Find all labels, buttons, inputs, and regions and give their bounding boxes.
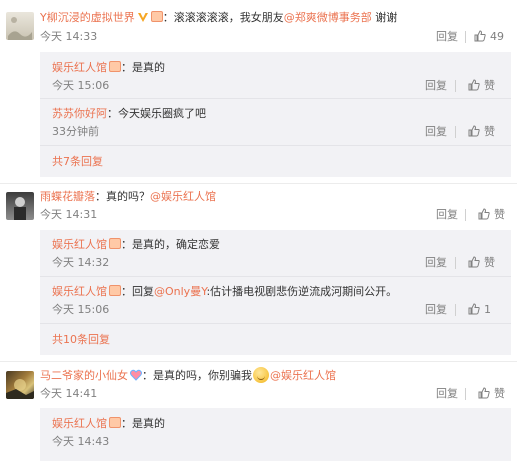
vip-v-icon xyxy=(137,13,148,22)
comment-time: 今天 14:41 xyxy=(40,387,98,400)
reply-time: 33分钟前 xyxy=(52,125,99,138)
thumb-up-icon xyxy=(478,387,490,399)
like-label: 赞 xyxy=(494,387,505,400)
reply-separator xyxy=(40,323,511,324)
mention-link[interactable]: @娱乐红人馆 xyxy=(270,369,336,382)
reply-text-prefix: ：回复 xyxy=(121,285,154,298)
mention-link[interactable]: @郑爽微博事务部 xyxy=(284,11,372,24)
comment-line: Y柳沉浸的虚拟世界 ：滚滚滚滚滚，我女朋友@郑爽微博事务部 谢谢 xyxy=(40,10,397,26)
reply-time: 今天 14:32 xyxy=(52,256,110,269)
thumb-up-icon xyxy=(478,208,490,220)
thumb-up-icon xyxy=(468,79,480,91)
action-divider xyxy=(455,126,456,138)
reply-text: ：是真的，确定恋爱 xyxy=(121,238,220,251)
member-badge-icon xyxy=(109,61,121,72)
reply-button[interactable]: 回复 xyxy=(436,29,458,45)
reply-time: 今天 15:06 xyxy=(52,303,110,316)
rainbow-heart-icon xyxy=(130,369,142,381)
like-label: 赞 xyxy=(494,208,505,221)
avatar[interactable] xyxy=(6,12,34,40)
like-label: 赞 xyxy=(484,256,495,269)
avatar-image xyxy=(14,197,26,220)
avatar-image xyxy=(6,379,34,399)
smile-emoji-icon xyxy=(253,367,269,383)
reply-text: ：是真的 xyxy=(121,417,165,430)
reply-time: 今天 14:43 xyxy=(52,435,110,448)
reply-box: 娱乐红人馆 ：是真的 今天 14:43 xyxy=(40,408,511,461)
avatar-image xyxy=(8,17,32,40)
like-button[interactable]: 赞 xyxy=(478,386,505,402)
thumb-up-icon xyxy=(468,256,480,268)
comment-username[interactable]: Y柳沉浸的虚拟世界 xyxy=(40,11,135,24)
action-divider xyxy=(465,209,466,221)
comment-text: ：真的吗？ xyxy=(95,190,150,203)
reply-button[interactable]: 回复 xyxy=(425,78,447,94)
comment-text: ：滚滚滚滚滚，我女朋友 xyxy=(162,11,284,24)
reply-separator xyxy=(40,98,511,99)
action-divider xyxy=(455,304,456,316)
comment-time: 今天 14:33 xyxy=(40,30,98,43)
reply-text: ：是真的 xyxy=(121,61,165,74)
more-replies-link[interactable]: 共10条回复 xyxy=(52,332,110,348)
reply-text: :估计播电视剧悲伤逆流成河期间公开。 xyxy=(206,285,398,298)
like-count: 49 xyxy=(490,30,504,43)
reply-button[interactable]: 回复 xyxy=(425,124,447,140)
comment-line: 雨蝶花瓣落：真的吗？@娱乐红人馆 xyxy=(40,189,216,205)
action-divider xyxy=(465,31,466,43)
reply-username[interactable]: 苏苏你好阿 xyxy=(52,107,107,120)
avatar[interactable] xyxy=(6,192,34,220)
member-badge-icon xyxy=(150,11,163,22)
reply-username[interactable]: 娱乐红人馆 xyxy=(52,285,107,298)
thumb-up-icon xyxy=(474,30,486,42)
reply-line: 娱乐红人馆 ：回复@Only曼Y:估计播电视剧悲伤逆流成河期间公开。 xyxy=(52,284,397,300)
like-button[interactable]: 49 xyxy=(474,29,504,45)
reply-time: 今天 15:06 xyxy=(52,79,110,92)
thumb-up-icon xyxy=(468,303,480,315)
like-button[interactable]: 赞 xyxy=(478,207,505,223)
member-badge-icon xyxy=(109,417,121,428)
like-button[interactable]: 赞 xyxy=(468,78,495,94)
reply-text: ：今天娱乐圈疯了吧 xyxy=(107,107,206,120)
thumb-up-icon xyxy=(468,125,480,137)
reply-button[interactable]: 回复 xyxy=(425,302,447,318)
member-badge-icon xyxy=(109,238,121,249)
like-count: 1 xyxy=(484,303,491,316)
like-button[interactable]: 赞 xyxy=(468,255,495,271)
reply-username[interactable]: 娱乐红人馆 xyxy=(52,238,107,251)
comment-text: ：是真的吗，你别骗我 xyxy=(142,369,252,382)
comment-text-tail: 谢谢 xyxy=(371,11,398,24)
more-replies-link[interactable]: 共7条回复 xyxy=(52,154,103,170)
comment-username[interactable]: 雨蝶花瓣落 xyxy=(40,190,95,203)
member-badge-icon xyxy=(109,285,121,296)
like-button[interactable]: 1 xyxy=(468,302,491,318)
comment-time: 今天 14:31 xyxy=(40,208,98,221)
reply-button[interactable]: 回复 xyxy=(436,386,458,402)
action-divider xyxy=(455,257,456,269)
reply-button[interactable]: 回复 xyxy=(436,207,458,223)
reply-button[interactable]: 回复 xyxy=(425,255,447,271)
like-button[interactable]: 赞 xyxy=(468,124,495,140)
avatar[interactable] xyxy=(6,371,34,399)
comment-line: 马二爷家的小仙女 ：是真的吗，你别骗我 @娱乐红人馆 xyxy=(40,367,336,384)
reply-separator xyxy=(40,276,511,277)
action-divider xyxy=(465,388,466,400)
reply-username[interactable]: 娱乐红人馆 xyxy=(52,61,107,74)
like-label: 赞 xyxy=(484,125,495,138)
reply-line: 娱乐红人馆 ：是真的 xyxy=(52,60,165,76)
reply-username[interactable]: 娱乐红人馆 xyxy=(52,417,107,430)
reply-line: 娱乐红人馆 ：是真的 xyxy=(52,416,165,432)
reply-separator xyxy=(40,145,511,146)
comment-separator xyxy=(0,361,517,362)
reply-box: 娱乐红人馆 ：是真的，确定恋爱 今天 14:32 回复 赞 娱乐红人馆 ：回复@On… xyxy=(40,230,511,355)
mention-link[interactable]: @娱乐红人馆 xyxy=(150,190,216,203)
reply-box: 娱乐红人馆 ：是真的 今天 15:06 回复 赞 苏苏你好阿：今天娱乐圈疯了吧 3… xyxy=(40,52,511,177)
comment-username[interactable]: 马二爷家的小仙女 xyxy=(40,369,128,382)
like-label: 赞 xyxy=(484,79,495,92)
mention-link[interactable]: @Only曼Y xyxy=(154,285,206,298)
action-divider xyxy=(455,80,456,92)
comment-separator xyxy=(0,183,517,184)
reply-line: 娱乐红人馆 ：是真的，确定恋爱 xyxy=(52,237,220,253)
reply-line: 苏苏你好阿：今天娱乐圈疯了吧 xyxy=(52,106,206,122)
